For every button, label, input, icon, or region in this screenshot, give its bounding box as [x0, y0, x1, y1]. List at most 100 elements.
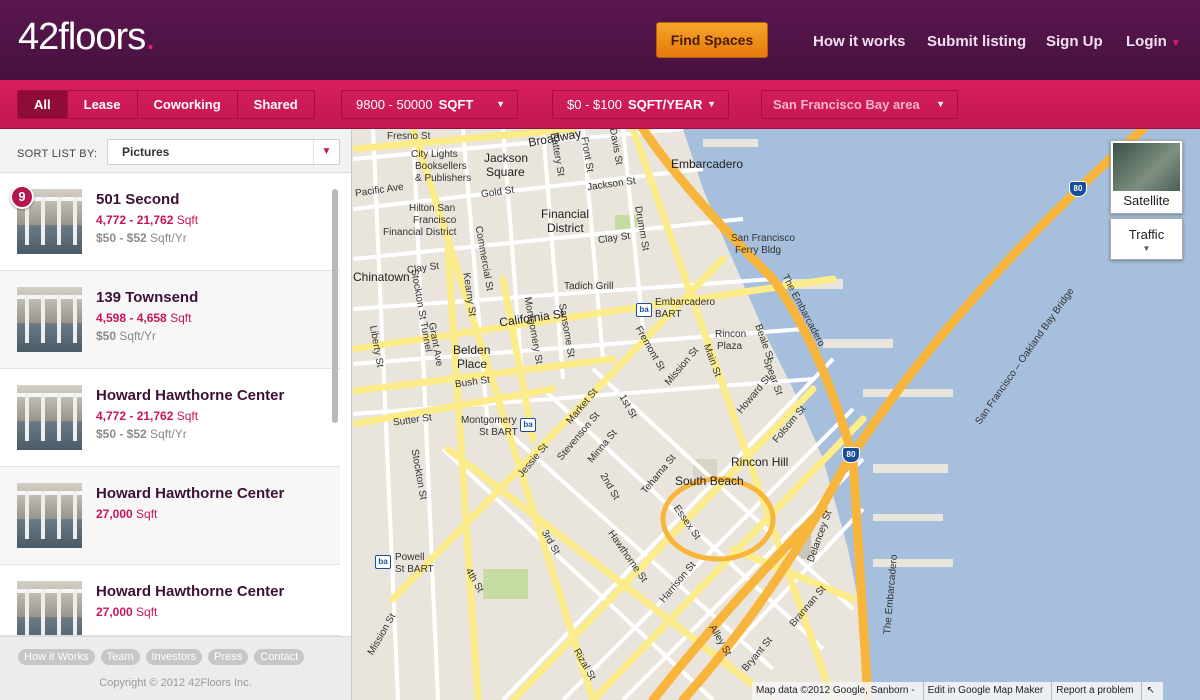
find-spaces-button[interactable]: Find Spaces	[656, 22, 768, 58]
logo-text: 42floors	[18, 16, 146, 58]
chevron-down-icon: ▼	[936, 99, 945, 109]
satellite-thumbnail	[1113, 143, 1180, 191]
map-label: District	[547, 221, 584, 235]
chevron-down-icon: ▼	[1142, 244, 1151, 253]
map-label: Fresno St	[387, 131, 431, 142]
nav-submit-listing[interactable]: Submit listing	[927, 33, 1026, 50]
highway-80-shield-icon: 80	[842, 447, 860, 463]
photo-count-badge: 9	[10, 185, 34, 209]
listing-price: $50 - $52 Sqft/Yr	[96, 231, 187, 245]
listing-panel: SORT LIST BY: Pictures ▼ 9 501 Second 4,…	[0, 129, 352, 700]
footer-link-investors[interactable]: Investors	[145, 649, 203, 665]
map-label: Jackson	[484, 151, 529, 165]
map-label: & Publishers	[415, 173, 472, 184]
map-label: Embarcadero	[671, 157, 744, 171]
bart-icon[interactable]: ba	[375, 555, 391, 569]
highway-80-shield-icon: 80	[1069, 181, 1087, 197]
filter-bar: All Lease Coworking Shared 9800 - 50000 S…	[0, 80, 1200, 129]
location-value: San Francisco Bay area	[773, 97, 920, 112]
satellite-button[interactable]: Satellite	[1110, 140, 1183, 214]
map-label: Financial	[541, 207, 590, 221]
map-label: St BART	[479, 427, 518, 438]
map-label: Rincon	[715, 329, 747, 340]
nav-how-it-works[interactable]: How it works	[813, 33, 906, 50]
map-label: Ferry Bldg	[735, 245, 782, 256]
map-label: Montgomery	[461, 415, 517, 426]
map-label: San Francisco	[731, 233, 795, 244]
map-label: Square	[486, 165, 525, 179]
listing-title[interactable]: Howard Hawthorne Center	[96, 485, 284, 502]
top-header: 42floors. Find Spaces How it works Submi…	[0, 0, 1200, 80]
footer: How it Works Team Investors Press Contac…	[0, 636, 351, 700]
bart-icon[interactable]: ba	[636, 303, 652, 317]
listing-thumbnail[interactable]	[17, 287, 82, 352]
sqft-unit: SQFT	[438, 97, 474, 112]
listing-sqft: 4,598 - 4,658 Sqft	[96, 311, 192, 325]
chevron-down-icon: ▼	[496, 99, 505, 109]
map-label: BART	[655, 309, 682, 320]
listing-price: $50 Sqft/Yr	[96, 329, 157, 343]
map-label: Rincon Hill	[731, 455, 789, 469]
space-type-toggle: All Lease Coworking Shared	[17, 90, 315, 119]
map[interactable]: Fresno St Broadway City Lights Bookselle…	[353, 129, 1200, 700]
footer-link-how-it-works[interactable]: How it Works	[18, 649, 95, 665]
map-label: Place	[457, 357, 488, 371]
map-label: City Lights	[411, 149, 458, 160]
type-lease-button[interactable]: Lease	[66, 91, 137, 118]
map-label: Powell	[395, 552, 425, 563]
listing-item[interactable]: Howard Hawthorne Center 4,772 - 21,762 S…	[0, 369, 340, 467]
listing-title[interactable]: 501 Second	[96, 191, 179, 208]
listing-sqft: 4,772 - 21,762 Sqft	[96, 213, 199, 227]
location-select[interactable]: San Francisco Bay area ▼	[761, 90, 958, 119]
listing-sqft: 4,772 - 21,762 Sqft	[96, 409, 199, 423]
nav-sign-up[interactable]: Sign Up	[1046, 33, 1103, 50]
report-problem-link[interactable]: Report a problem	[1051, 682, 1141, 700]
edit-map-link[interactable]: Edit in Google Map Maker	[922, 682, 1052, 700]
map-label: Chinatown	[353, 270, 410, 284]
map-label: Booksellers	[415, 161, 467, 172]
listing-item[interactable]: 139 Townsend 4,598 - 4,658 Sqft $50 Sqft…	[0, 271, 340, 369]
type-shared-button[interactable]: Shared	[236, 91, 314, 118]
nav-login[interactable]: Login ▼	[1126, 33, 1181, 50]
satellite-label: Satellite	[1123, 193, 1170, 208]
listing-thumbnail[interactable]	[17, 385, 82, 450]
sort-select[interactable]: Pictures ▼	[107, 139, 340, 165]
listing-title[interactable]: Howard Hawthorne Center	[96, 583, 284, 600]
sqft-range-select[interactable]: 9800 - 50000 SQFT ▼	[341, 90, 518, 119]
type-coworking-button[interactable]: Coworking	[136, 91, 237, 118]
listing-item[interactable]: 9 501 Second 4,772 - 21,762 Sqft $50 - $…	[0, 173, 340, 271]
traffic-button[interactable]: Traffic ▼	[1110, 218, 1183, 260]
listing-thumbnail[interactable]	[17, 581, 82, 635]
map-data-credit: Map data ©2012 Google, Sanborn -	[756, 685, 915, 696]
listing-title[interactable]: 139 Townsend	[96, 289, 198, 306]
listing-item[interactable]: Howard Hawthorne Center 27,000 Sqft	[0, 467, 340, 565]
sqft-range-value: 9800 - 50000	[356, 97, 433, 112]
sort-label: SORT LIST BY:	[17, 148, 98, 160]
footer-link-contact[interactable]: Contact	[254, 649, 305, 665]
sort-bar: SORT LIST BY: Pictures ▼	[0, 129, 351, 173]
map-label: Embarcadero	[655, 297, 716, 308]
listing-title[interactable]: Howard Hawthorne Center	[96, 387, 284, 404]
footer-links: How it Works Team Investors Press Contac…	[18, 649, 305, 665]
listing-sqft: 27,000 Sqft	[96, 605, 158, 619]
chevron-down-icon: ▼	[313, 140, 339, 164]
copyright: Copyright © 2012 42Floors Inc.	[99, 677, 252, 689]
login-caret-icon: ▼	[1170, 38, 1181, 49]
price-range-select[interactable]: $0 - $100 SQFT/YEAR ▼	[552, 90, 729, 119]
listing-scrollbar[interactable]	[332, 189, 338, 423]
listing-thumbnail[interactable]	[17, 483, 82, 548]
listing-sqft: 27,000 Sqft	[96, 507, 158, 521]
listing-item[interactable]: Howard Hawthorne Center 27,000 Sqft	[0, 565, 340, 636]
map-attribution: Map data ©2012 Google, Sanborn - Edit in…	[752, 682, 1163, 700]
type-all-button[interactable]: All	[18, 91, 67, 118]
footer-link-press[interactable]: Press	[208, 649, 249, 665]
footer-link-team[interactable]: Team	[100, 649, 140, 665]
chevron-down-icon: ▼	[707, 99, 716, 109]
map-label: Hilton San	[409, 203, 456, 214]
corner-resize-icon[interactable]: ↖	[1141, 682, 1162, 700]
map-label: Francisco	[413, 215, 457, 226]
map-label: Tadich Grill	[564, 281, 614, 292]
map-label: Belden	[453, 343, 491, 357]
bart-icon[interactable]: ba	[520, 418, 536, 432]
logo[interactable]: 42floors.	[18, 16, 156, 59]
